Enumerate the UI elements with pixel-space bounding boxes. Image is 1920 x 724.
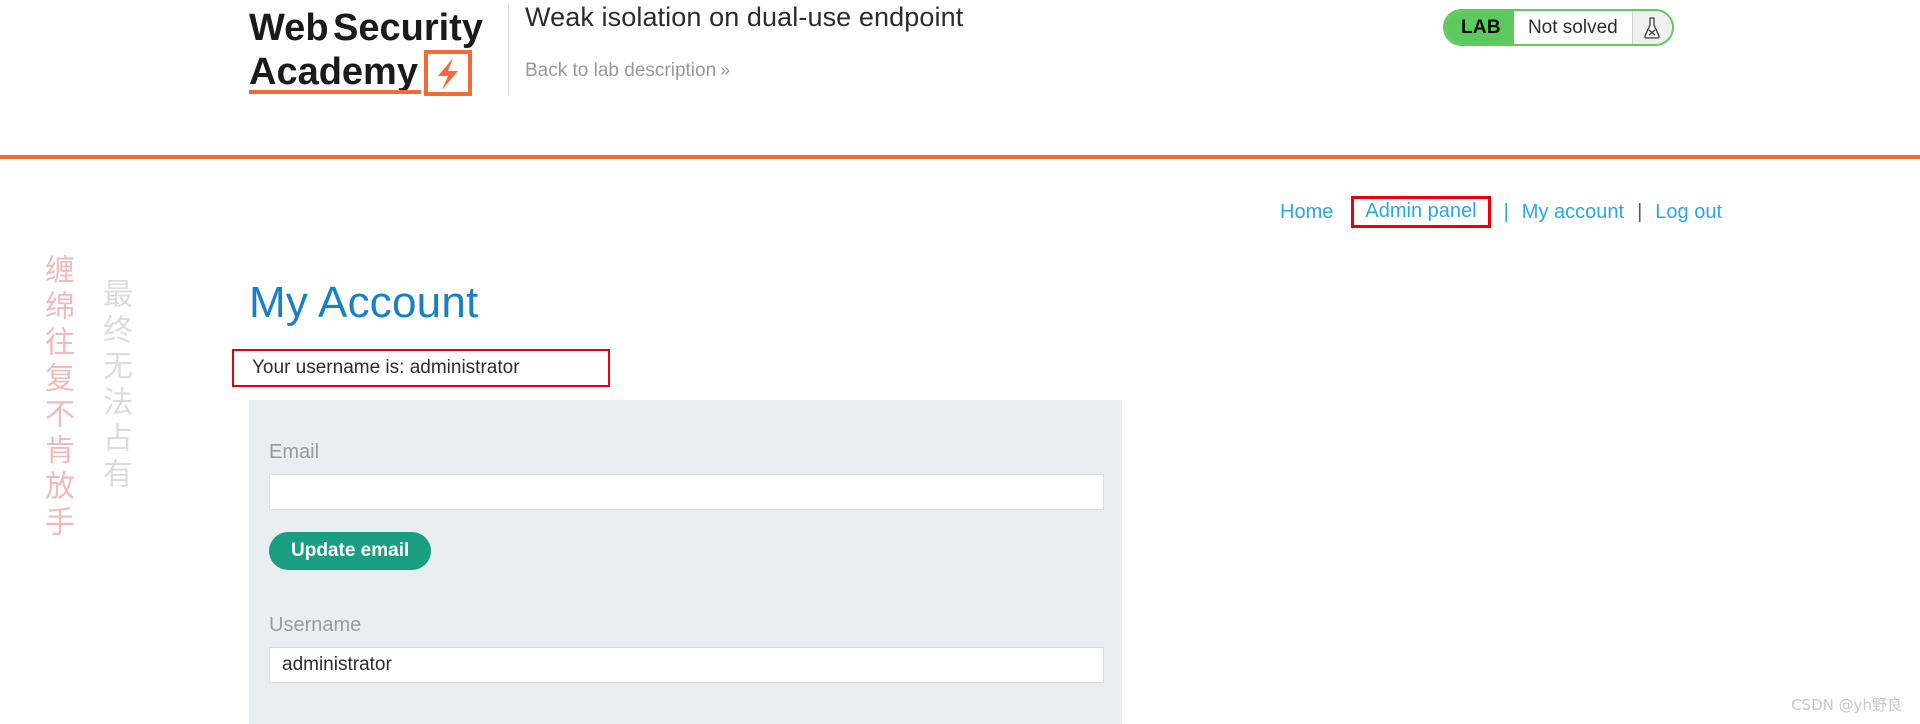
chevron-right-icon: » bbox=[720, 60, 730, 80]
email-label: Email bbox=[269, 441, 320, 463]
lab-tag-label: LAB bbox=[1445, 11, 1514, 44]
svg-text:Web: Web bbox=[249, 7, 329, 49]
site-header: Web Security Academy Weak isolation on d… bbox=[0, 0, 1920, 157]
nav-link-admin-panel[interactable]: Admin panel bbox=[1351, 196, 1491, 228]
lab-status-badge: LAB Not solved bbox=[1443, 9, 1674, 46]
back-to-lab-description-link[interactable]: Back to lab description» bbox=[525, 60, 730, 82]
web-security-academy-logo[interactable]: Web Security Academy bbox=[249, 2, 502, 102]
username-note-text: Your username is: administrator bbox=[252, 357, 520, 378]
username-label: Username bbox=[269, 614, 362, 636]
nav-separator-2: | bbox=[1637, 200, 1643, 223]
header-orange-rule bbox=[0, 155, 1920, 159]
svg-text:Security: Security bbox=[333, 7, 483, 49]
back-link-label: Back to lab description bbox=[525, 60, 717, 81]
main-navigation: Home Admin panel | My account | Log out bbox=[1278, 196, 1724, 228]
csdn-watermark: CSDN @yh野良 bbox=[1791, 696, 1902, 714]
nav-link-my-account[interactable]: My account bbox=[1520, 201, 1626, 224]
email-input[interactable] bbox=[269, 474, 1104, 510]
logo-graphic: Web Security Academy bbox=[249, 7, 483, 96]
watermark-vertical-left: 缠绵往复不肯放手 bbox=[39, 254, 74, 542]
page-title: My Account bbox=[249, 278, 479, 327]
update-email-button[interactable]: Update email bbox=[269, 532, 432, 570]
svg-text:Academy: Academy bbox=[249, 51, 418, 93]
nav-link-log-out[interactable]: Log out bbox=[1653, 201, 1724, 224]
flask-not-solved-icon bbox=[1631, 11, 1672, 44]
header-divider bbox=[508, 4, 509, 96]
nav-separator-1: | bbox=[1503, 200, 1509, 223]
nav-link-home[interactable]: Home bbox=[1278, 201, 1335, 224]
lab-title: Weak isolation on dual-use endpoint bbox=[525, 2, 964, 32]
lab-status-text: Not solved bbox=[1513, 11, 1632, 44]
username-note: Your username is: administrator bbox=[232, 349, 610, 387]
username-input[interactable] bbox=[269, 647, 1104, 683]
page-root: Web Security Academy Weak isolation on d… bbox=[0, 0, 1920, 724]
watermark-vertical-right: 最终无法占有 bbox=[97, 278, 132, 494]
flask-glyph bbox=[1644, 16, 1660, 39]
